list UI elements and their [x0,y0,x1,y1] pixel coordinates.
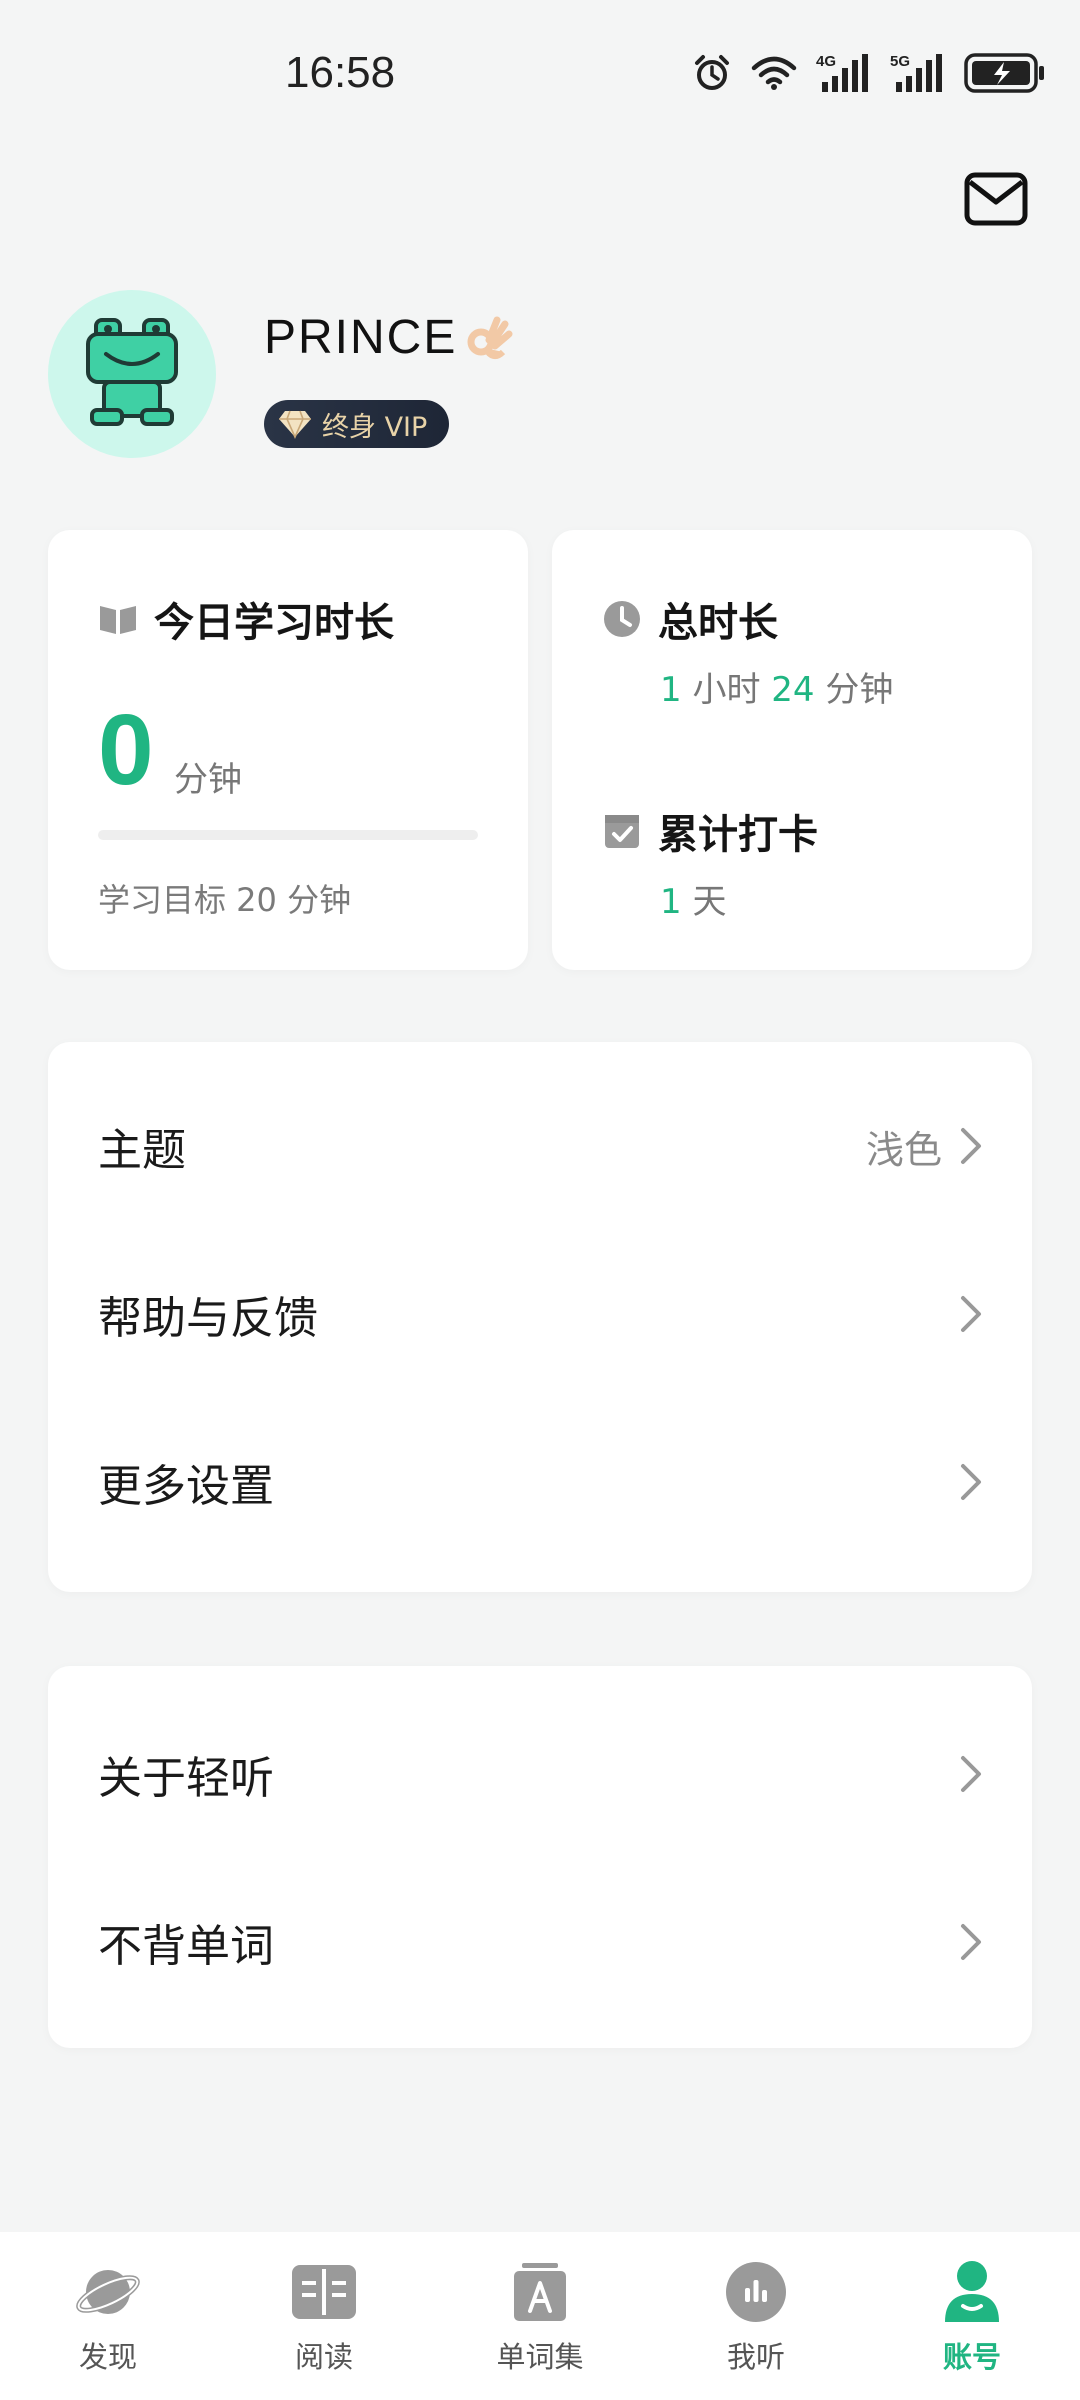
menu-item-bubei-words[interactable]: 不背单词 [48,1858,1032,2026]
today-minutes-unit: 分钟 [174,760,242,800]
today-card-title: 今日学习时长 [154,600,394,646]
checkin-header: 累计打卡 [602,802,818,860]
nav-label: 阅读 [294,2340,353,2374]
checkin-value: 1 天 [660,874,726,923]
menu-item-help-feedback[interactable]: 帮助与反馈 [48,1230,1032,1398]
theme-value: 浅色 [865,1127,942,1172]
nav-read[interactable]: 阅读 [234,2260,414,2376]
checkin-days: 1 [660,882,682,922]
username-text: PRINCE [264,311,458,364]
nav-my-listening[interactable]: 我听 [666,2260,846,2376]
nav-label: 我听 [726,2340,785,2374]
total-hours-unit: 小时 [692,670,761,710]
planet-icon [76,2270,140,2314]
total-stats-card[interactable]: 总时长 1 小时 24 分钟 累计打卡 1 天 [552,530,1032,970]
alarm-icon [695,55,729,90]
study-goal-text: 学习目标 20 分钟 [98,881,352,919]
avatar[interactable] [48,290,216,458]
calendar-check-icon [605,815,639,848]
today-progress-bar [98,830,478,840]
chevron-right-icon [961,1756,981,1792]
mail-icon[interactable] [964,172,1028,226]
total-minutes: 24 [771,670,815,710]
word-book-icon [514,2263,566,2321]
status-time: 16:58 [285,48,396,97]
battery-charging-icon [964,53,1044,93]
nav-account[interactable]: 账号 [882,2260,1062,2376]
menu-item-more-settings[interactable]: 更多设置 [48,1398,1032,1566]
clock-icon [604,601,640,637]
signal-4g-icon: 4G [816,53,868,92]
signal-5g-label: 5G [890,53,910,70]
vip-badge[interactable]: 终身 VIP [264,400,450,448]
username: PRINCE [264,310,515,365]
menu-item-about[interactable]: 关于轻听 [48,1690,1032,1858]
nav-label: 账号 [942,2340,1001,2374]
person-icon [945,2261,999,2322]
today-study-card[interactable]: 今日学习时长 0 分钟 学习目标 20 分钟 [48,530,528,970]
today-card-header: 今日学习时长 [98,590,394,648]
menu-item-label: 不背单词 [98,1921,274,1972]
wifi-icon [751,56,797,90]
menu-item-label: 关于轻听 [98,1753,274,1804]
total-time-header: 总时长 [602,590,778,648]
total-minutes-unit: 分钟 [825,670,894,710]
status-bar: 16:58 4G 5G [0,0,1080,160]
signal-5g-icon: 5G [890,53,942,92]
nav-discover[interactable]: 发现 [18,2260,198,2376]
audio-bars-icon [726,2262,786,2322]
status-icons: 4G 5G [692,52,1046,94]
frog-avatar-icon [86,318,178,426]
menu-item-label: 更多设置 [98,1461,274,1512]
book-icon [292,2265,356,2319]
settings-menu-group: 主题 浅色 帮助与反馈 更多设置 [48,1042,1032,1592]
about-menu-group: 关于轻听 不背单词 [48,1666,1032,2048]
nav-label: 发现 [78,2340,137,2374]
chevron-right-icon [961,1464,981,1500]
menu-item-theme[interactable]: 主题 浅色 [48,1062,1032,1230]
open-book-icon [100,606,136,634]
vip-label: 终身 VIP [322,411,428,443]
total-time-value: 1 小时 24 分钟 [660,662,893,711]
bottom-nav: 发现 阅读 单词集 我听 账号 [0,2232,1080,2400]
ok-hand-icon [467,316,513,359]
menu-item-label: 主题 [98,1125,186,1176]
chevron-right-icon [961,1924,981,1960]
nav-word-sets[interactable]: 单词集 [450,2260,630,2376]
diamond-icon [279,410,311,439]
chevron-right-icon [961,1128,981,1164]
total-time-title: 总时长 [658,600,778,646]
signal-4g-label: 4G [816,53,836,70]
nav-label: 单词集 [496,2340,584,2374]
menu-item-label: 帮助与反馈 [98,1293,318,1344]
checkin-days-unit: 天 [692,882,727,922]
checkin-title: 累计打卡 [658,812,818,858]
chevron-right-icon [961,1296,981,1332]
today-minutes-value: 0 [98,694,154,806]
total-hours: 1 [660,670,682,710]
